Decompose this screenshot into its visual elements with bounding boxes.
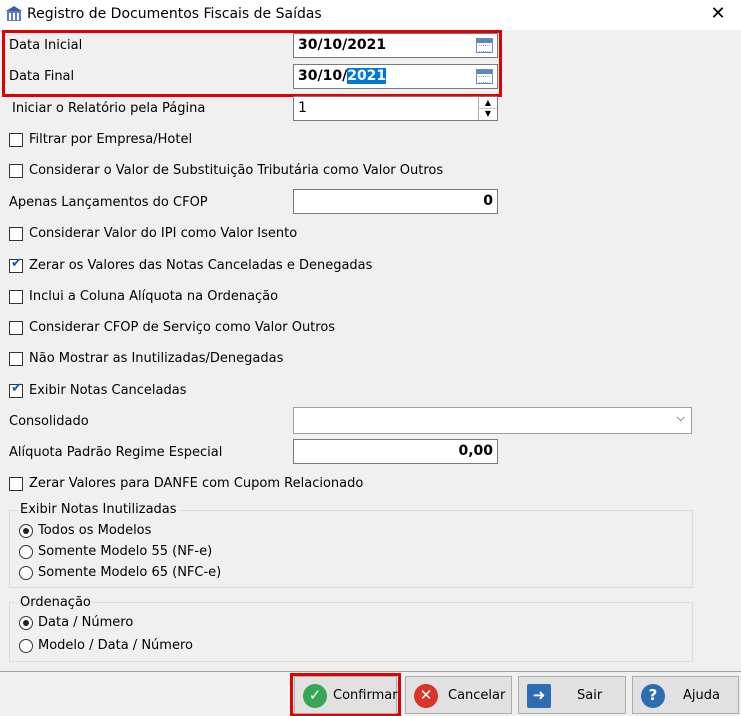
data-inicial-label: Data Inicial xyxy=(9,38,83,53)
zerar-canceladas-label: Zerar os Valores das Notas Canceladas e … xyxy=(29,258,373,273)
pagina-stepper[interactable]: 1 ▲ ▼ xyxy=(293,96,498,121)
calendar-icon[interactable] xyxy=(476,69,493,84)
cfop-input[interactable]: 0 xyxy=(293,189,498,214)
exibir-canceladas-checkbox[interactable]: ✔ xyxy=(9,381,23,398)
calendar-icon[interactable] xyxy=(476,38,493,53)
title-bar: Registro de Documentos Fiscais de Saídas… xyxy=(0,0,741,30)
footer-separator xyxy=(0,671,741,672)
nao-mostrar-inutilizadas-label: Não Mostrar as Inutilizadas/Denegadas xyxy=(29,351,284,366)
radio-todos-modelos-label: Todos os Modelos xyxy=(38,523,152,538)
radio-data-numero[interactable] xyxy=(19,616,33,630)
coluna-aliquota-label: Inclui a Coluna Alíquota na Ordenação xyxy=(29,289,279,304)
ipi-isento-checkbox[interactable] xyxy=(9,227,23,241)
valor-subst-checkbox[interactable] xyxy=(9,164,23,178)
exit-door-icon: ➜ xyxy=(527,684,551,708)
sair-button[interactable]: ➜ Sair xyxy=(518,676,626,714)
checkmark-icon: ✔ xyxy=(11,381,22,396)
ipi-isento-label: Considerar Valor do IPI como Valor Isent… xyxy=(29,226,298,241)
stepper-down-icon[interactable]: ▼ xyxy=(479,108,497,119)
filtrar-empresa-checkbox[interactable] xyxy=(9,133,23,147)
x-circle-icon: ✕ xyxy=(414,684,438,708)
nao-mostrar-inutilizadas-checkbox[interactable] xyxy=(9,352,23,366)
inutilizadas-group-title: Exibir Notas Inutilizadas xyxy=(18,502,179,517)
building-icon xyxy=(6,6,22,21)
consolidado-label: Consolidado xyxy=(9,414,89,429)
radio-modelo-data-numero-label: Modelo / Data / Número xyxy=(38,638,193,653)
question-circle-icon: ? xyxy=(641,684,665,708)
ordenacao-group-title: Ordenação xyxy=(18,595,93,610)
radio-modelo-65-label: Somente Modelo 65 (NFC-e) xyxy=(38,565,222,580)
filtrar-empresa-label: Filtrar por Empresa/Hotel xyxy=(29,132,193,147)
coluna-aliquota-checkbox[interactable] xyxy=(9,290,23,304)
zerar-danfe-label: Zerar Valores para DANFE com Cupom Relac… xyxy=(29,476,364,491)
zerar-canceladas-checkbox[interactable]: ✔ xyxy=(9,256,23,273)
ajuda-label: Ajuda xyxy=(683,688,720,703)
confirmar-button[interactable]: ✓ Confirmar xyxy=(294,676,398,714)
ordenacao-group xyxy=(9,602,693,662)
chevron-down-icon[interactable]: ⌵ xyxy=(677,411,685,425)
data-final-prefix: 30/10/ xyxy=(298,68,348,84)
ajuda-button[interactable]: ? Ajuda xyxy=(632,676,739,714)
data-final-input[interactable]: 30/10/2021 xyxy=(293,64,498,89)
radio-modelo-55-label: Somente Modelo 55 (NF-e) xyxy=(38,544,213,559)
radio-selected-dot xyxy=(23,620,29,626)
stepper-buttons: ▲ ▼ xyxy=(478,97,497,120)
cfop-label: Apenas Lançamentos do CFOP xyxy=(9,195,208,210)
radio-modelo-55[interactable] xyxy=(19,545,33,559)
data-final-selected: 2021 xyxy=(347,68,387,84)
cfop-servico-label: Considerar CFOP de Serviço como Valor Ou… xyxy=(29,320,336,335)
radio-selected-dot xyxy=(23,528,29,534)
aliquota-padrao-value: 0,00 xyxy=(458,443,493,459)
radio-data-numero-label: Data / Número xyxy=(38,615,134,630)
window-title: Registro de Documentos Fiscais de Saídas xyxy=(27,6,322,22)
data-final-value: 30/10/2021 xyxy=(298,68,387,84)
cancelar-button[interactable]: ✕ Cancelar xyxy=(405,676,512,714)
close-button[interactable]: ✕ xyxy=(706,2,730,26)
data-inicial-input[interactable]: 30/10/2021 xyxy=(293,33,498,58)
radio-todos-modelos[interactable] xyxy=(19,524,33,538)
aliquota-padrao-input[interactable]: 0,00 xyxy=(293,439,498,464)
pagina-label: Iniciar o Relatório pela Página xyxy=(12,101,206,116)
checkmark-icon: ✔ xyxy=(11,256,22,271)
consolidado-select[interactable]: ⌵ xyxy=(293,407,692,434)
zerar-danfe-checkbox[interactable] xyxy=(9,477,23,491)
aliquota-padrao-label: Alíquota Padrão Regime Especial xyxy=(9,445,223,460)
radio-modelo-65[interactable] xyxy=(19,566,33,580)
data-inicial-value: 30/10/2021 xyxy=(298,37,387,53)
radio-modelo-data-numero[interactable] xyxy=(19,639,33,653)
exibir-canceladas-label: Exibir Notas Canceladas xyxy=(29,383,187,398)
confirmar-label: Confirmar xyxy=(333,688,398,703)
check-circle-icon: ✓ xyxy=(303,684,327,708)
pagina-value: 1 xyxy=(298,100,307,116)
cfop-value: 0 xyxy=(483,193,493,209)
cancelar-label: Cancelar xyxy=(448,688,506,703)
valor-subst-label: Considerar o Valor de Substituição Tribu… xyxy=(29,163,444,178)
data-final-label: Data Final xyxy=(9,69,75,84)
sair-label: Sair xyxy=(577,688,603,703)
cfop-servico-checkbox[interactable] xyxy=(9,321,23,335)
